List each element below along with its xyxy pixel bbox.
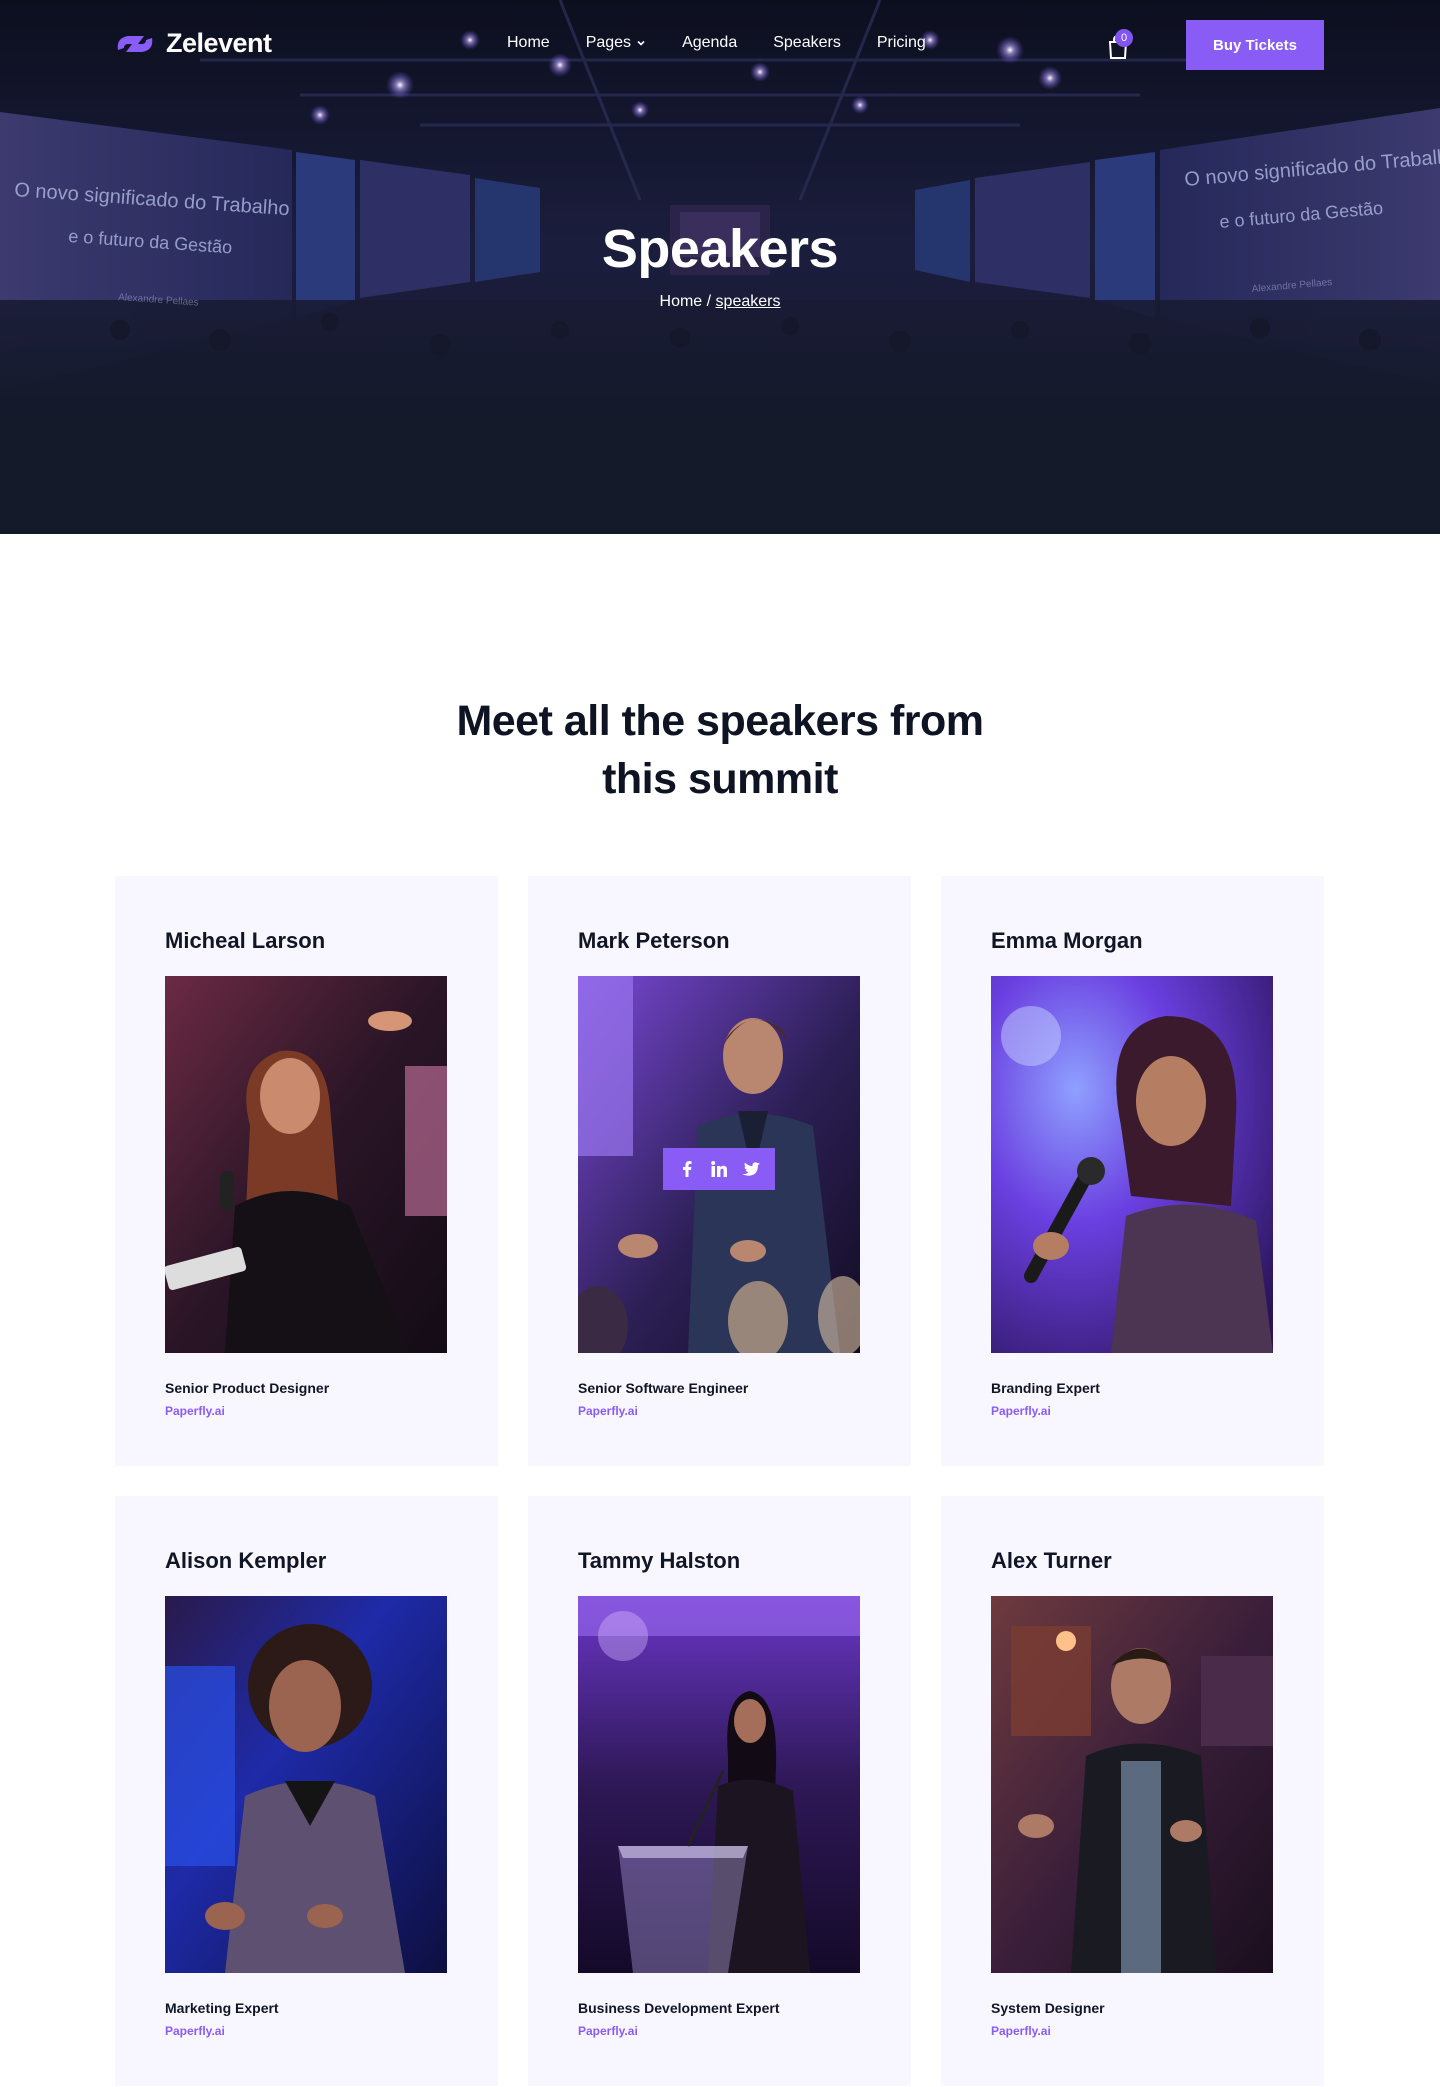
nav-item-speakers[interactable]: Speakers	[773, 34, 841, 52]
speaker-card[interactable]: Alex Turner System Designer Paperfly.ai	[941, 1496, 1324, 2086]
speaker-company-link[interactable]: Paperfly.ai	[165, 2024, 225, 2038]
main-menu: Home Pages Agenda Speakers Pricing	[507, 34, 962, 52]
speaker-role: Marketing Expert	[165, 2000, 279, 2016]
section-title-line2: this summit	[602, 755, 838, 803]
nav-item-pages[interactable]: Pages	[586, 34, 646, 52]
speaker-role: Branding Expert	[991, 1380, 1100, 1396]
page-title: Speakers	[601, 219, 839, 279]
speaker-name: Tammy Halston	[578, 1548, 741, 1573]
speaker-photo[interactable]	[991, 976, 1273, 1353]
nav-label-agenda: Agenda	[682, 34, 738, 51]
speaker-name: Alex Turner	[991, 1548, 1112, 1573]
facebook-icon[interactable]	[676, 1158, 698, 1180]
social-links	[663, 1148, 775, 1190]
breadcrumb: Home / speakers	[0, 293, 1440, 311]
nav-label-pages: Pages	[585, 34, 632, 51]
speaker-photo[interactable]	[578, 976, 860, 1353]
speaker-photo-image	[165, 1596, 447, 1973]
speaker-role: Senior Product Designer	[165, 1380, 330, 1396]
brand-logo[interactable]: Zelevent	[114, 28, 272, 59]
buy-tickets-button[interactable]: Buy Tickets	[1186, 20, 1324, 70]
speaker-photo-image	[578, 1596, 860, 1973]
nav-item-pricing[interactable]: Pricing	[877, 34, 926, 52]
speaker-card[interactable]: Micheal Larson Senior Product Designer P…	[115, 876, 498, 1466]
speaker-company-link[interactable]: Paperfly.ai	[578, 2024, 638, 2038]
speaker-name: Mark Peterson	[578, 928, 730, 953]
speaker-company-link[interactable]: Paperfly.ai	[165, 1404, 225, 1418]
speaker-photo[interactable]	[578, 1596, 860, 1973]
speaker-card[interactable]: Alison Kempler Marketing Expert Paperfly…	[115, 1496, 498, 2086]
section-title-line1: Meet all the speakers from	[456, 697, 984, 745]
speaker-company-link[interactable]: Paperfly.ai	[991, 1404, 1051, 1418]
brand-name: Zelevent	[166, 28, 272, 58]
speaker-company-link[interactable]: Paperfly.ai	[578, 1404, 638, 1418]
hero-fade-overlay	[0, 300, 1440, 534]
linkedin-icon[interactable]	[708, 1158, 730, 1180]
breadcrumb-home-link[interactable]: Home	[660, 293, 703, 310]
cart-count-badge: 0	[1115, 29, 1133, 47]
speaker-photo[interactable]	[991, 1596, 1273, 1973]
speaker-photo[interactable]	[165, 976, 447, 1353]
speaker-name: Alison Kempler	[165, 1548, 327, 1573]
top-navigation: Zelevent Home Pages Agenda Speakers Pric…	[0, 0, 1440, 90]
nav-label-pricing: Pricing	[876, 34, 926, 51]
speaker-card[interactable]: Tammy Halston Business Development Exper…	[528, 1496, 911, 2086]
speaker-role: System Designer	[991, 2000, 1105, 2016]
nav-label-speakers: Speakers	[773, 34, 841, 51]
nav-label-home: Home	[507, 34, 550, 51]
twitter-icon[interactable]	[740, 1158, 762, 1180]
speaker-photo-image	[991, 1596, 1273, 1973]
speaker-photo-image	[165, 976, 447, 1353]
logo-mark-icon	[117, 35, 153, 52]
speaker-card[interactable]: Emma Morgan Branding Expert Paperfly.ai	[941, 876, 1324, 1466]
speaker-name: Micheal Larson	[165, 928, 326, 953]
speaker-name: Emma Morgan	[991, 928, 1143, 953]
hero-banner: O novo significado do Trabalho e o futur…	[0, 0, 1440, 534]
chevron-down-icon	[637, 40, 645, 46]
speaker-role: Senior Software Engineer	[578, 1380, 749, 1396]
nav-item-agenda[interactable]: Agenda	[682, 34, 737, 52]
speaker-photo-image	[991, 976, 1273, 1353]
breadcrumb-separator: /	[702, 293, 716, 310]
nav-item-home[interactable]: Home	[507, 34, 550, 52]
speaker-card[interactable]: Mark Peterson Senior Software Engineer P…	[528, 876, 911, 1466]
breadcrumb-current-link[interactable]: speakers	[716, 293, 781, 310]
speaker-role: Business Development Expert	[578, 2000, 780, 2016]
speaker-photo[interactable]	[165, 1596, 447, 1973]
section-title: Meet all the speakers from this summit	[0, 692, 1440, 808]
speaker-company-link[interactable]: Paperfly.ai	[991, 2024, 1051, 2038]
